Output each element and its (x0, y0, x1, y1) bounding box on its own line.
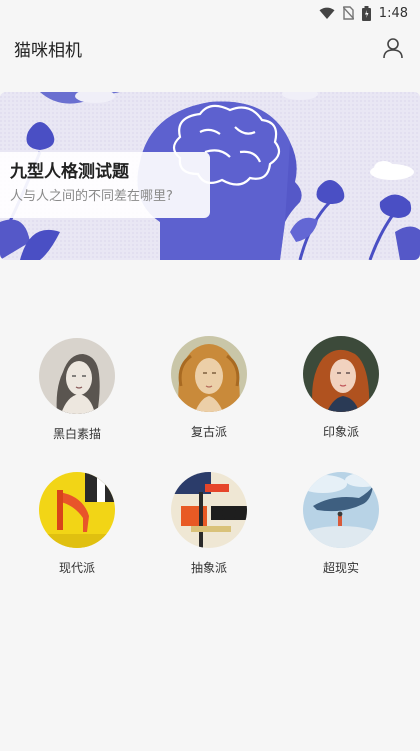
style-item-surreal[interactable]: 超现实 (286, 472, 396, 576)
style-item-modern[interactable]: 现代派 (22, 472, 132, 576)
profile-button[interactable] (380, 35, 406, 61)
app-title: 猫咪相机 (14, 40, 82, 61)
abstract-thumbnail (171, 472, 247, 548)
app-bar: 猫咪相机 (0, 26, 420, 70)
impressionism-thumbnail (303, 336, 379, 412)
clock: 1:48 (378, 5, 408, 21)
quiz-title: 九型人格测试题 (10, 162, 129, 182)
battery-icon (361, 5, 371, 21)
style-item-retro[interactable]: 复古派 (154, 336, 264, 440)
style-label: 复古派 (190, 425, 227, 439)
retro-thumbnail (171, 336, 247, 412)
style-label: 印象派 (322, 425, 359, 439)
status-bar: 1:48 (0, 0, 420, 26)
quiz-banner[interactable]: 九型人格测试题 人与人之间的不同差在哪里? (0, 92, 420, 260)
style-label: 黑白素描 (52, 427, 101, 441)
surreal-thumbnail (303, 472, 379, 548)
style-label: 超现实 (322, 561, 359, 575)
wifi-icon (319, 7, 335, 20)
user-icon (383, 38, 403, 59)
style-label: 抽象派 (190, 561, 227, 575)
style-label: 现代派 (58, 561, 95, 575)
quiz-subtitle: 人与人之间的不同差在哪里? (10, 189, 173, 204)
sketch-thumbnail (39, 338, 115, 414)
style-item-impressionism[interactable]: 印象派 (286, 336, 396, 440)
style-item-sketch[interactable]: 黑白素描 (22, 338, 132, 442)
no-sim-icon (342, 6, 354, 20)
modern-thumbnail (39, 472, 115, 548)
style-item-abstract[interactable]: 抽象派 (154, 472, 264, 576)
quiz-card[interactable]: 九型人格测试题 人与人之间的不同差在哪里? (0, 152, 210, 218)
